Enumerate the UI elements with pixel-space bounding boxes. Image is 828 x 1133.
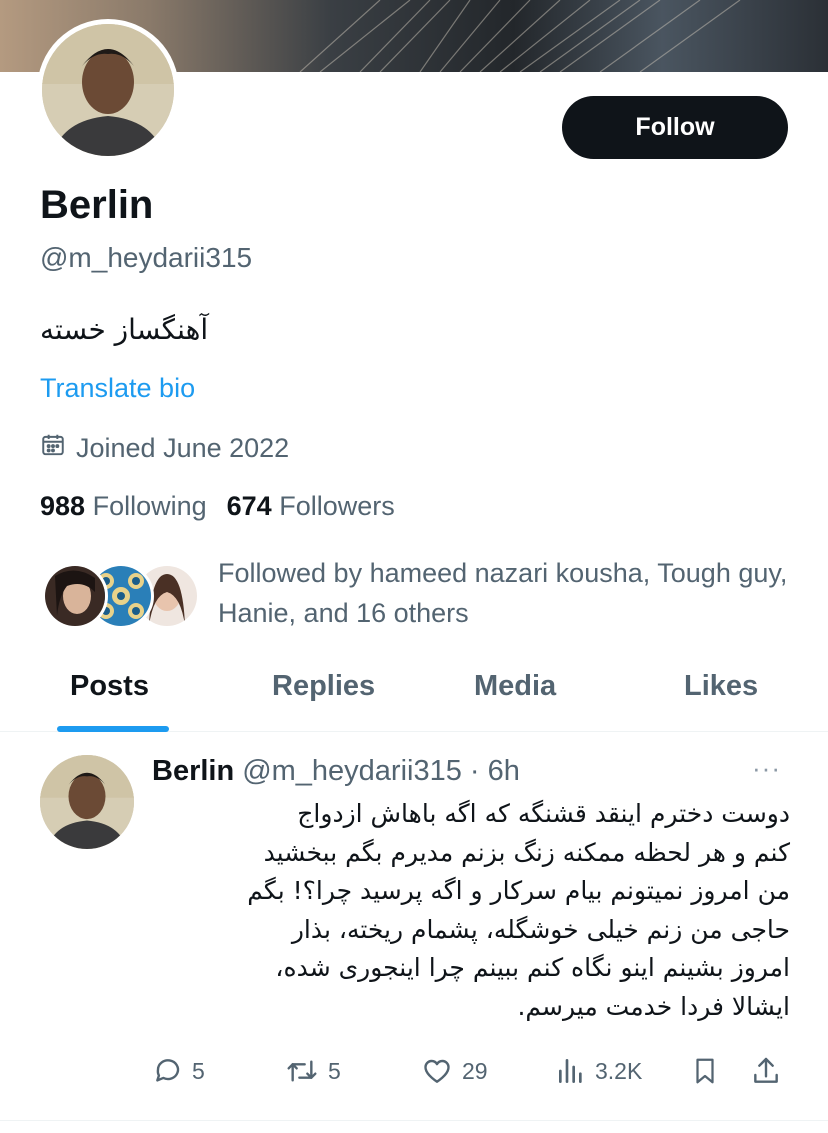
post-text-line: امروز بشینم اینو نگاه کنم ببینم چرا اینج… — [275, 953, 790, 982]
post-header: Berlin @m_heydarii315 · 6h — [152, 755, 520, 788]
like-button[interactable]: 29 — [420, 1055, 488, 1087]
tab-posts[interactable]: Posts — [70, 670, 149, 703]
tab-replies[interactable]: Replies — [272, 670, 375, 703]
post-author-name[interactable]: Berlin — [152, 755, 234, 788]
repost-icon — [284, 1055, 320, 1087]
profile-avatar-image — [42, 24, 174, 156]
post-handle-time[interactable]: @m_heydarii315 · 6h — [242, 755, 520, 788]
post-text-line: ایشالا فردا خدمت میرسم. — [517, 991, 790, 1021]
joined-date: Joined June 2022 — [40, 432, 289, 465]
bookmark-button[interactable] — [690, 1055, 720, 1087]
post-actions: 5 5 29 3.2K — [0, 1055, 828, 1095]
tab-likes[interactable]: Likes — [684, 670, 758, 703]
follower-avatar-1 — [42, 563, 108, 629]
share-button[interactable] — [750, 1055, 782, 1087]
reply-icon — [152, 1055, 184, 1087]
calendar-icon — [40, 432, 66, 465]
like-count: 29 — [462, 1057, 488, 1084]
post-text: دوست دخترم اینقد قشنگه که اگه باهاش ازدو… — [150, 795, 790, 1026]
profile-display-name: Berlin — [40, 183, 154, 227]
joined-text: Joined June 2022 — [76, 433, 290, 463]
post-text-line: حاجی من زنم خیلی خوشگله، پشمام ریخته، بذ… — [291, 914, 790, 944]
views-count: 3.2K — [595, 1057, 643, 1084]
bookmark-icon — [690, 1055, 720, 1087]
reply-button[interactable]: 5 — [152, 1055, 205, 1087]
post-author-avatar[interactable] — [40, 755, 134, 849]
post-text-line: دوست دخترم اینقد قشنگه که اگه باهاش ازدو… — [297, 799, 790, 828]
profile-stats: 988 Following 674 Followers — [40, 491, 395, 522]
post-text-line: کنم و هر لحظه ممکنه زنگ بزنم مدیرم بگم ب… — [263, 837, 790, 867]
following-link[interactable]: 988 Following — [40, 491, 207, 522]
repost-button[interactable]: 5 — [284, 1055, 341, 1087]
follow-button[interactable]: Follow — [562, 96, 788, 159]
repost-count: 5 — [328, 1057, 341, 1084]
followers-label: Followers — [279, 491, 395, 521]
followers-count: 674 — [226, 491, 272, 521]
active-tab-indicator — [57, 726, 169, 732]
post-card[interactable]: Berlin @m_heydarii315 · 6h ··· دوست دختر… — [0, 733, 828, 1121]
heart-icon — [420, 1055, 454, 1087]
tab-media[interactable]: Media — [474, 670, 556, 703]
share-icon — [750, 1055, 782, 1087]
views-icon — [555, 1055, 587, 1087]
views-button[interactable]: 3.2K — [555, 1055, 642, 1087]
profile-tabs: Posts Replies Media Likes — [0, 660, 828, 732]
followers-link[interactable]: 674 Followers — [227, 491, 395, 522]
followed-by-avatars[interactable] — [42, 563, 200, 629]
following-count: 988 — [40, 491, 86, 521]
post-text-line: من امروز نمیتونم بیام سرکار و اگه پرسید … — [247, 876, 790, 905]
followed-by-text[interactable]: Followed by hameed nazari kousha, Tough … — [218, 553, 798, 633]
profile-handle: @m_heydarii315 — [40, 242, 253, 273]
profile-bio: آهنگساز خسته — [40, 313, 209, 346]
following-label: Following — [92, 491, 207, 521]
reply-count: 5 — [192, 1057, 205, 1084]
more-options-icon[interactable]: ··· — [752, 753, 781, 784]
translate-bio-link[interactable]: Translate bio — [40, 373, 195, 404]
profile-avatar[interactable] — [37, 19, 179, 161]
